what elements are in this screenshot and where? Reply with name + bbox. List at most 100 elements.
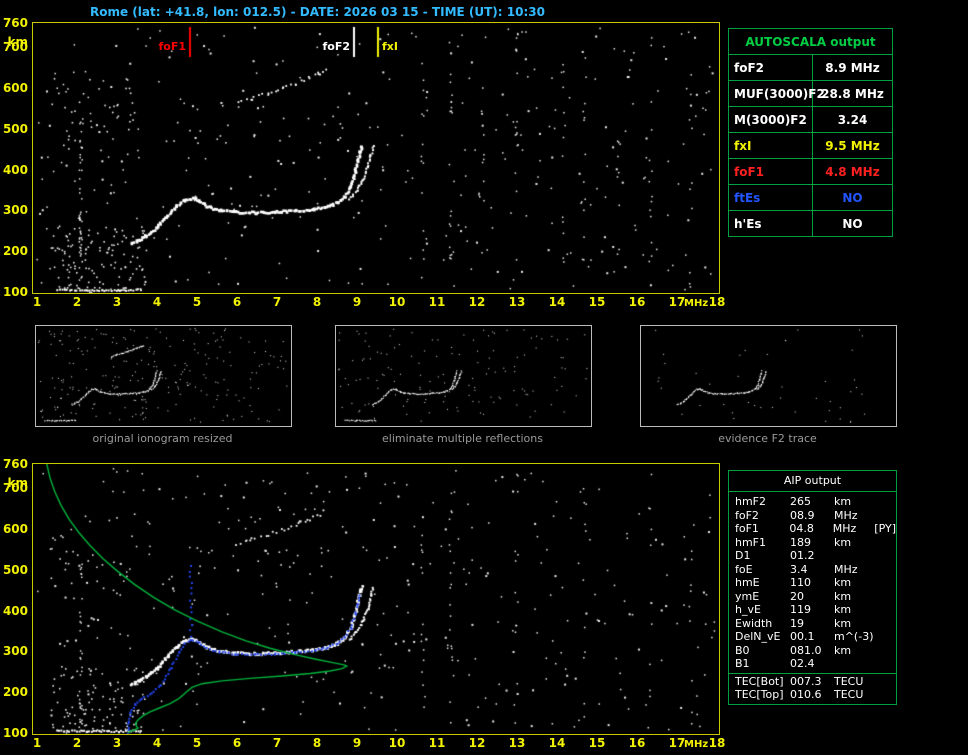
aip-value: 081.0 (790, 643, 822, 657)
aip-param: Ewidth (735, 616, 773, 630)
aip-unit: km (834, 535, 852, 549)
x-tick-label: 2 (72, 295, 82, 309)
aip-tec-row: TEC[Top] 010.6 TECU (729, 688, 896, 702)
aip-param: B1 (735, 657, 750, 670)
x-tick-label: 13 (508, 295, 526, 309)
x-tick-label: 7 (272, 295, 282, 309)
page-title: Rome (lat: +41.8, lon: 012.5) - DATE: 20… (90, 5, 545, 19)
thumbnail-eliminate-canvas (336, 326, 591, 426)
aip-value: 20 (790, 589, 804, 603)
x-tick-label: 12 (468, 736, 486, 750)
thumbnail-caption-f2: evidence F2 trace (718, 432, 817, 445)
aip-value: 110 (790, 576, 811, 589)
aip-value: 189 (790, 535, 811, 549)
x-tick-label: 11 (428, 295, 446, 309)
x-tick-label: 4 (152, 295, 162, 309)
aip-param: foF1 (735, 522, 759, 535)
autoscala-row-label: M(3000)F2 (729, 107, 813, 132)
foF1-marker-label: foF1 (158, 40, 186, 53)
y-tick-label: 300 (2, 644, 28, 659)
aip-tec-unit: TECU (834, 674, 864, 688)
aip-extra (876, 617, 896, 631)
y-tick-label: 500 (2, 562, 28, 577)
y-tick-label: 100 (2, 726, 28, 740)
x-tick-label: 18 (708, 736, 726, 750)
aip-value: 02.4 (790, 657, 815, 670)
autoscala-row-value: 8.9 MHz (825, 60, 880, 75)
aip-param: hmF1 (735, 535, 767, 549)
aip-param: ymE (735, 589, 760, 603)
thumbnail-f2-canvas (641, 326, 896, 426)
aip-param: h_vE (735, 603, 761, 616)
aip-param: D1 (735, 549, 751, 562)
y-tick-label: 400 (2, 162, 28, 177)
y-tick-label: 600 (2, 522, 28, 537)
x-tick-label: 8 (312, 736, 322, 750)
aip-unit: km (834, 495, 852, 508)
aip-rows: hmF2 265 km foF2 08.9 MHz foF1 04.8 MHz [PY] hmF1 1… (729, 495, 896, 671)
thumbnail-eliminate-reflections (335, 325, 592, 427)
fxI-marker-label: fxI (382, 40, 398, 53)
thumbnail-caption-original: original ionogram resized (92, 432, 233, 445)
y-tick-label: 400 (2, 603, 28, 618)
aip-param: DelN_vE (735, 630, 781, 643)
aip-row: D1 01.2 (729, 549, 896, 563)
autoscala-table-title-row: AUTOSCALA output (729, 29, 892, 54)
aip-extra (876, 495, 896, 509)
y-tick-label: 200 (2, 685, 28, 700)
thumbnail-caption-eliminate: eliminate multiple reflections (382, 432, 543, 445)
x-tick-label: 13 (508, 736, 526, 750)
y-tick-label: 760 (2, 457, 28, 471)
aip-output-table: AIP output hmF2 265 km foF2 08.9 MHz foF1 04.8 M… (728, 470, 897, 705)
y-tick-label: 500 (2, 121, 28, 136)
aip-value: 04.8 (789, 522, 814, 535)
x-tick-label: 6 (232, 295, 242, 309)
autoscala-row-ftEs: ftEs NO (729, 184, 892, 210)
aip-unit: km (834, 643, 852, 657)
aip-unit: km (834, 603, 852, 616)
aip-unit: MHz (832, 522, 857, 535)
autoscala-row-foF2: foF2 8.9 MHz (729, 54, 892, 80)
aip-row: foE 3.4 MHz (729, 563, 896, 577)
aip-extra (876, 603, 896, 617)
thumbnail-f2-trace (640, 325, 897, 427)
aip-param: foE (735, 562, 753, 576)
aip-extra (876, 563, 896, 577)
y-tick-label: 760 (2, 16, 28, 30)
aip-extra (876, 630, 896, 644)
autoscala-row-value: 4.8 MHz (825, 164, 880, 179)
aip-row: DelN_vE 00.1 m^(-3) (729, 630, 896, 644)
aip-row: B0 081.0 km (729, 644, 896, 658)
x-tick-label: 4 (152, 736, 162, 750)
foF2-marker-label: foF2 (322, 40, 350, 53)
x-tick-label: 3 (112, 736, 122, 750)
autoscala-row-foF1: foF1 4.8 MHz (729, 158, 892, 184)
aip-value: 265 (790, 495, 811, 508)
aip-value: 01.2 (790, 549, 815, 562)
aip-row: h_vE 119 km (729, 603, 896, 617)
x-tick-label: 16 (628, 736, 646, 750)
x-tick-label: 6 (232, 736, 242, 750)
x-tick-label: 15 (588, 736, 606, 750)
aip-tec-param: TEC[Bot] (735, 674, 784, 688)
aip-value: 119 (790, 603, 811, 616)
y-axis-unit-label: km (7, 476, 28, 490)
aip-separator (729, 672, 896, 674)
aip-unit: m^(-3) (834, 630, 874, 643)
autoscala-row-label: MUF(3000)F2 (729, 81, 825, 106)
autoscala-row-label: fxI (729, 133, 813, 158)
thumbnail-original-ionogram (35, 325, 292, 427)
aip-tec-value: 007.3 (790, 674, 822, 688)
y-tick-label: 200 (2, 244, 28, 259)
aip-param: foF2 (735, 508, 759, 522)
top-ionogram-plot: foF1 foF2 fxI (32, 22, 720, 294)
aip-row: ymE 20 km (729, 590, 896, 604)
x-tick-label: 3 (112, 295, 122, 309)
y-tick-label: 600 (2, 81, 28, 96)
x-tick-label: 17 (668, 736, 686, 750)
top-ionogram-canvas (33, 23, 719, 293)
aip-extra (876, 644, 896, 658)
autoscala-row-label: ftEs (729, 185, 813, 210)
aip-extra: [PY] (874, 522, 896, 535)
bottom-ionogram-canvas (33, 464, 719, 734)
